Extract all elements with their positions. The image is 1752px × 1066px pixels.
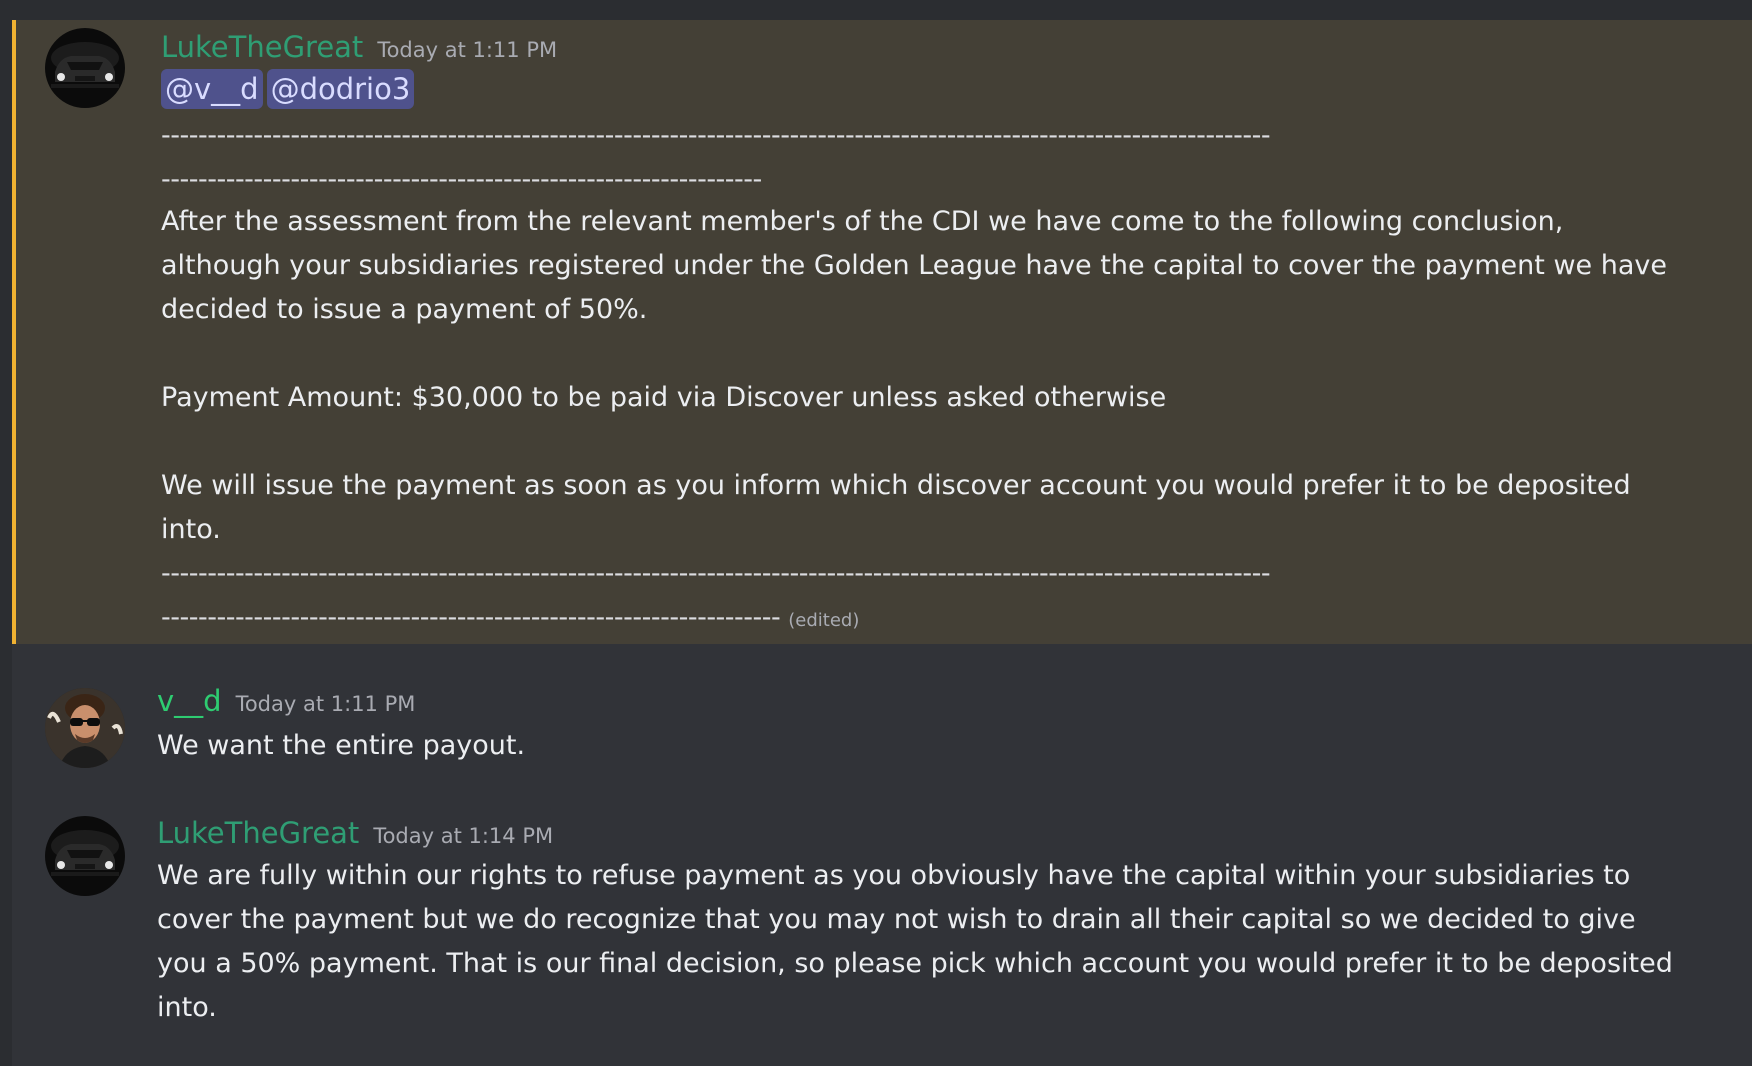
mention-pill[interactable]: @v__d — [161, 69, 263, 109]
divider-line-with-edited: ----------------------------------------… — [161, 596, 859, 643]
timestamp[interactable]: Today at 1:11 PM — [377, 38, 557, 62]
message-highlighted[interactable]: LukeTheGreat Today at 1:11 PM @v__d @dodri… — [12, 20, 1752, 644]
message-text: We are fully within our rights to refuse… — [157, 860, 1682, 1023]
message-paragraph: After the assessment from the relevant m… — [161, 206, 1676, 325]
top-divider-bar — [0, 0, 1752, 20]
divider-line: ----------------------------------------… — [161, 558, 1271, 589]
car-avatar-icon[interactable] — [45, 28, 125, 108]
divider-line: ----------------------------------------… — [161, 602, 781, 633]
timestamp[interactable]: Today at 1:14 PM — [373, 824, 553, 848]
divider-line: ----------------------------------------… — [161, 120, 1271, 151]
username[interactable]: LukeTheGreat — [161, 30, 363, 64]
person-sunglasses-avatar-icon[interactable] — [45, 688, 125, 768]
message-header: v__d Today at 1:11 PM — [157, 684, 415, 718]
chat-message-list: LukeTheGreat Today at 1:11 PM @v__d @dodri… — [0, 0, 1752, 1066]
edited-label[interactable]: (edited) — [788, 610, 859, 631]
mentions: @v__d @dodrio3 — [161, 69, 418, 109]
timestamp[interactable]: Today at 1:11 PM — [236, 692, 416, 716]
message-paragraph: We will issue the payment as soon as you… — [161, 470, 1640, 545]
username[interactable]: LukeTheGreat — [157, 816, 359, 850]
message[interactable]: LukeTheGreat Today at 1:14 PM We are full… — [12, 802, 1752, 1042]
username[interactable]: v__d — [157, 684, 222, 718]
message-paragraph: Payment Amount: $30,000 to be paid via D… — [161, 382, 1167, 413]
left-gutter — [0, 20, 12, 1066]
message-header: LukeTheGreat Today at 1:11 PM — [161, 30, 557, 64]
message[interactable]: v__d Today at 1:11 PM We want the entire … — [12, 672, 1752, 782]
message-header: LukeTheGreat Today at 1:14 PM — [157, 816, 553, 850]
message-text: We want the entire payout. — [157, 730, 526, 761]
car-avatar-icon[interactable] — [45, 816, 125, 896]
divider-line: ----------------------------------------… — [161, 164, 762, 195]
mention-pill[interactable]: @dodrio3 — [266, 69, 415, 109]
